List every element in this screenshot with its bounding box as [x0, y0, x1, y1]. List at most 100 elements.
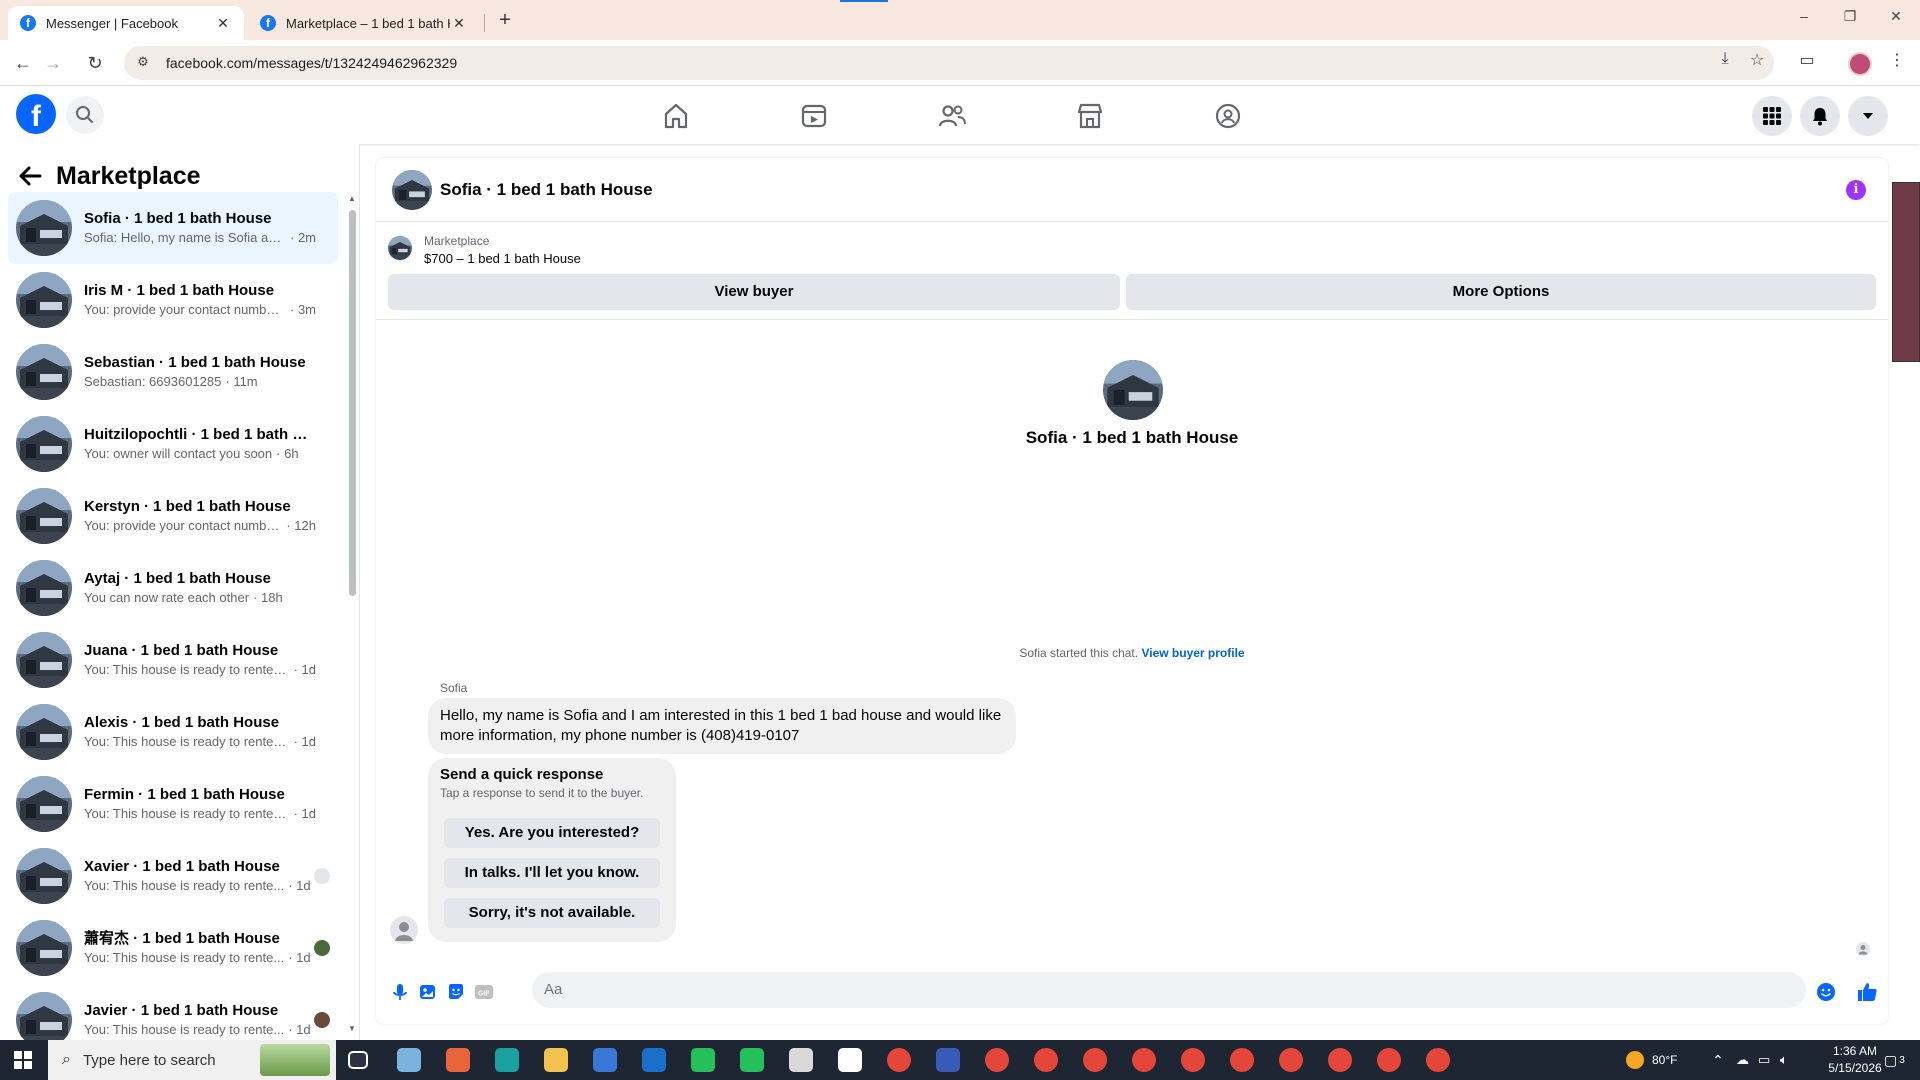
menu-button[interactable]	[1752, 96, 1792, 136]
facebook-logo[interactable]: f	[16, 94, 56, 134]
chrome-icon[interactable]	[1181, 1048, 1205, 1072]
conversation-item[interactable]: Aytaj · 1 bed 1 bath House You can now ra…	[8, 552, 338, 624]
image-icon[interactable]	[418, 982, 438, 1002]
reload-button[interactable]: ↻	[82, 50, 108, 76]
whatsapp-business-icon[interactable]	[691, 1048, 715, 1072]
minimize-button[interactable]: –	[1792, 8, 1816, 24]
conversation-name: Juana · 1 bed 1 bath House	[84, 642, 279, 659]
browser-profile-avatar[interactable]	[1848, 52, 1872, 76]
more-options-button[interactable]: More Options	[1126, 274, 1876, 310]
close-window-button[interactable]: ✕	[1884, 8, 1908, 25]
app-icon[interactable]	[789, 1048, 813, 1072]
chrome-icon[interactable]	[1377, 1048, 1401, 1072]
back-arrow-icon[interactable]	[16, 162, 44, 190]
home-icon[interactable]	[660, 100, 692, 132]
store-icon[interactable]	[593, 1048, 617, 1072]
chrome-icon[interactable]	[1083, 1048, 1107, 1072]
install-app-icon[interactable]: ⤓	[1712, 50, 1738, 68]
chatgpt-icon[interactable]	[838, 1048, 862, 1072]
like-thumb-icon[interactable]	[1856, 981, 1878, 1003]
site-info-icon[interactable]: ⚙	[134, 54, 152, 72]
sidebar-scrollbar[interactable]	[349, 210, 356, 596]
chrome-icon[interactable]	[1132, 1048, 1156, 1072]
app-icon[interactable]	[936, 1048, 960, 1072]
side-panel-thumbnail[interactable]	[1892, 182, 1920, 362]
conversation-item[interactable]: Sebastian · 1 bed 1 bath House Sebastian:…	[8, 336, 338, 408]
groups-icon[interactable]	[1212, 100, 1244, 132]
conversation-item[interactable]: Juana · 1 bed 1 bath House You: This hous…	[8, 624, 338, 696]
close-tab-icon[interactable]: ✕	[450, 15, 468, 32]
default-user-icon	[395, 922, 413, 941]
chrome-icon[interactable]	[1426, 1048, 1450, 1072]
bookmark-star-icon[interactable]: ☆	[1744, 50, 1770, 70]
tab-messenger[interactable]: f Messenger | Facebook ✕	[8, 6, 244, 40]
view-buyer-button[interactable]: View buyer	[388, 274, 1120, 310]
chrome-icon[interactable]	[985, 1048, 1009, 1072]
show-hidden-icons-button[interactable]: ⌃	[1712, 1040, 1724, 1080]
conversation-item[interactable]: Alexis · 1 bed 1 bath House You: This hou…	[8, 696, 338, 768]
onedrive-icon[interactable]: ☁	[1736, 1040, 1749, 1080]
whatsapp-icon[interactable]	[740, 1048, 764, 1072]
video-icon[interactable]	[798, 100, 830, 132]
chrome-icon[interactable]	[1230, 1048, 1254, 1072]
conversation-name: Kerstyn · 1 bed 1 bath House	[84, 498, 291, 515]
chrome-icon[interactable]	[1034, 1048, 1058, 1072]
conversation-item[interactable]: 蕭宥杰 · 1 bed 1 bath House You: This house …	[8, 912, 338, 984]
side-panel-icon[interactable]: ▭	[1794, 50, 1820, 70]
emoji-icon[interactable]	[1816, 982, 1836, 1002]
quick-response-in-talks-button[interactable]: In talks. I'll let you know.	[444, 858, 660, 888]
taskbar-search-box[interactable]: ⌕ Type here to search	[48, 1040, 336, 1080]
listing-title[interactable]: $700 – 1 bed 1 bath House	[424, 251, 581, 266]
chat-avatar[interactable]	[392, 170, 432, 210]
profile-avatar[interactable]	[1103, 360, 1163, 420]
account-button[interactable]	[1848, 96, 1888, 136]
address-bar[interactable]: ⚙ facebook.com/messages/t/13242494629623…	[124, 46, 1774, 80]
gif-icon[interactable]: GIF	[474, 982, 494, 1002]
listing-thumbnail[interactable]	[388, 236, 412, 260]
conversation-item[interactable]: Xavier · 1 bed 1 bath House You: This hou…	[8, 840, 338, 912]
tab-marketplace[interactable]: f Marketplace – 1 bed 1 bath Ho ✕	[248, 6, 480, 40]
conversation-item[interactable]: Fermin · 1 bed 1 bath House You: This hou…	[8, 768, 338, 840]
weather-widget[interactable]: 80°F	[1626, 1040, 1677, 1080]
message-input[interactable]	[532, 972, 1806, 1008]
file-explorer-icon[interactable]	[544, 1048, 568, 1072]
friends-icon[interactable]	[936, 100, 968, 132]
system-clock[interactable]: 1:36 AM 5/15/2026	[1820, 1043, 1890, 1077]
chrome-icon[interactable]	[887, 1048, 911, 1072]
browser-menu-icon[interactable]: ⋮	[1884, 50, 1910, 70]
view-buyer-profile-link[interactable]: View buyer profile	[1141, 646, 1244, 660]
url-text[interactable]: facebook.com/messages/t/1324249462962329	[166, 55, 457, 71]
chrome-icon[interactable]	[1279, 1048, 1303, 1072]
scroll-up-arrow[interactable]: ▲	[348, 194, 356, 203]
new-tab-button[interactable]: +	[492, 8, 518, 34]
notifications-button[interactable]	[1800, 96, 1840, 136]
edge-icon[interactable]	[495, 1048, 519, 1072]
outlook-icon[interactable]	[642, 1048, 666, 1072]
notification-center-button[interactable]: ▢ 3	[1884, 1040, 1905, 1080]
info-icon[interactable]: i	[1846, 180, 1866, 200]
conversation-item[interactable]: Kerstyn · 1 bed 1 bath House You: provide…	[8, 480, 338, 552]
close-tab-icon[interactable]: ✕	[214, 15, 232, 32]
conversation-item[interactable]: Sofia · 1 bed 1 bath House Sofia: Hello, …	[8, 192, 338, 264]
back-button[interactable]: ←	[10, 50, 36, 76]
conversation-item[interactable]: Huitzilopochtli · 1 bed 1 bath Ho... You:…	[8, 408, 338, 480]
restore-button[interactable]: ❐	[1838, 8, 1862, 25]
firefox-icon[interactable]	[446, 1048, 470, 1072]
windows-start-icon[interactable]	[14, 1051, 32, 1069]
volume-icon[interactable]: 🔈︎	[1780, 1040, 1788, 1080]
notepad-icon[interactable]	[397, 1048, 421, 1072]
quick-response-not-available-button[interactable]: Sorry, it's not available.	[444, 898, 660, 928]
sticker-icon[interactable]	[446, 982, 466, 1002]
chat-title[interactable]: Sofia · 1 bed 1 bath House	[440, 180, 653, 200]
conversation-preview: Sofia: Hello, my name is Sofia and I...	[84, 230, 286, 245]
scroll-down-arrow[interactable]: ▼	[348, 1024, 356, 1033]
conversation-item[interactable]: Iris M · 1 bed 1 bath House You: provide …	[8, 264, 338, 336]
chrome-icon[interactable]	[1328, 1048, 1352, 1072]
quick-response-yes-button[interactable]: Yes. Are you interested?	[444, 818, 660, 848]
microphone-icon[interactable]	[390, 982, 410, 1002]
marketplace-icon[interactable]	[1074, 100, 1106, 132]
search-button[interactable]	[66, 96, 104, 134]
network-icon[interactable]: ▭	[1758, 1040, 1770, 1080]
forward-button[interactable]: →	[40, 50, 66, 76]
task-view-icon[interactable]	[348, 1051, 368, 1069]
